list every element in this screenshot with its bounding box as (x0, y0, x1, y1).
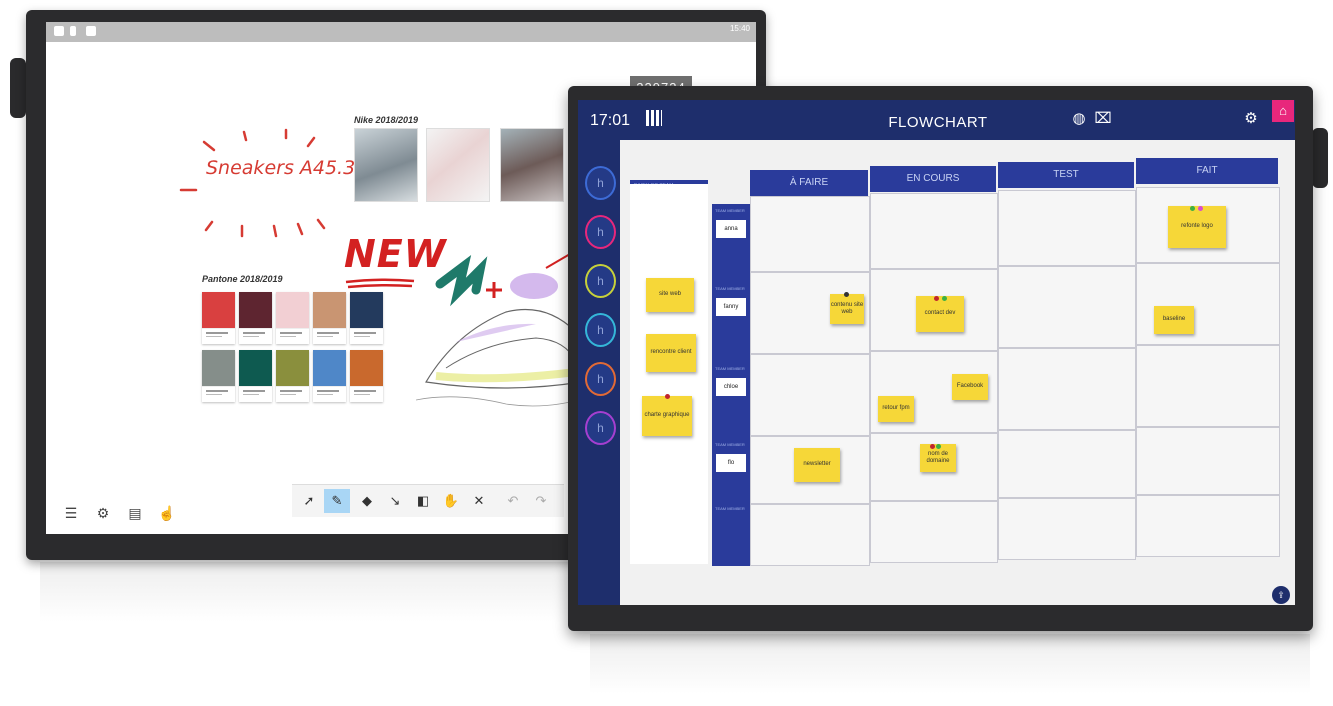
new-label: NEW (344, 232, 447, 276)
swatch-color (239, 350, 272, 386)
nike-heading: Nike 2018/2019 (354, 115, 419, 125)
pin-icon (844, 292, 849, 297)
swatch-color (350, 350, 383, 386)
sneaker-photo-1 (354, 128, 418, 202)
pantone-swatch (350, 292, 383, 344)
swatch-caption (239, 386, 272, 403)
pantone-swatch (202, 292, 235, 344)
sneakers-label: Sneakers A45.3 (206, 157, 356, 179)
swatch-caption (202, 328, 235, 345)
board-cell[interactable] (1136, 345, 1280, 427)
pan-icon[interactable]: ✋ (438, 489, 464, 513)
settings-icon[interactable]: ⚙ (90, 500, 116, 526)
swatch-color (350, 292, 383, 328)
sneaker-photo-2 (426, 128, 490, 202)
swatch-caption (350, 386, 383, 403)
usb-icon (70, 26, 76, 36)
sticky-note[interactable]: charte graphique (642, 396, 692, 436)
swatch-caption (202, 386, 235, 403)
pointer-hand-icon[interactable]: ☝ (154, 500, 180, 526)
board-cell[interactable] (870, 501, 998, 563)
board-cell[interactable] (998, 430, 1136, 498)
swatch-color (202, 350, 235, 386)
pen-icon[interactable]: ✎ (324, 489, 350, 513)
board-cell[interactable] (998, 266, 1136, 348)
pantone-swatch (202, 350, 235, 402)
sticky-note[interactable]: refonte logo (1168, 206, 1226, 248)
menu-icon[interactable]: ☰ (58, 500, 84, 526)
pin-icon (930, 444, 935, 449)
pantone-swatch (276, 350, 309, 402)
pin-icon (934, 296, 939, 301)
sticky-note[interactable]: rencontre client (646, 334, 696, 372)
pantone-swatch (239, 350, 272, 402)
sneaker-photo-3 (500, 128, 564, 202)
share-button[interactable]: ⇪ (1272, 586, 1290, 604)
undo-icon[interactable]: ↶ (500, 489, 526, 513)
board-cell[interactable] (750, 354, 870, 436)
pantone-swatches (202, 292, 392, 412)
sticky-note[interactable]: baseline (1154, 306, 1194, 334)
swatch-caption (313, 328, 346, 345)
swatch-caption (276, 386, 309, 403)
pin-icon (942, 296, 947, 301)
board-cell[interactable] (1136, 495, 1280, 557)
new-underline (345, 278, 415, 289)
sticky-note[interactable]: Facebook (952, 374, 988, 400)
pantone-swatch (313, 350, 346, 402)
board-cell[interactable] (870, 193, 998, 269)
swatch-caption (276, 328, 309, 345)
sticky-note[interactable]: retour fpm (878, 396, 914, 422)
column-header: À FAIRE (750, 170, 868, 196)
pantone-swatch (276, 292, 309, 344)
screenshot-icon (86, 26, 96, 36)
swatch-color (276, 350, 309, 386)
column-header: EN COURS (870, 166, 996, 192)
pin-icon (936, 444, 941, 449)
swatch-color (313, 350, 346, 386)
sneakers-sketch-rays (179, 128, 326, 238)
pin-icon (665, 394, 670, 399)
column-header: TEST (998, 162, 1134, 188)
flowchart-screen[interactable]: 17:01 FLOWCHART ◍ ⌧ ⚙ ⌂ hhhhhh BACKLOG T… (578, 100, 1295, 605)
sticky-note[interactable]: contact dev (916, 296, 964, 332)
sticky-note[interactable]: newsletter (794, 448, 840, 482)
swatch-caption (313, 386, 346, 403)
board-cell[interactable] (1136, 427, 1280, 495)
right-handle (1312, 128, 1328, 188)
board-cell[interactable] (998, 498, 1136, 560)
swatch-color (202, 292, 235, 328)
notes-icon[interactable]: ▤ (122, 500, 148, 526)
drawing-toolbar: ➚ ✎ ◆ ↘ ◧ ✋ ✕ ↶ ↷ (292, 484, 564, 517)
left-handle (10, 58, 26, 118)
status-clock: 15:40 (729, 24, 750, 33)
pantone-swatch (239, 292, 272, 344)
pin-icon (1198, 206, 1203, 211)
board-cell[interactable] (750, 196, 870, 272)
pin-icon (1190, 206, 1195, 211)
board-cell[interactable] (998, 348, 1136, 430)
sticky-note[interactable]: site web (646, 278, 694, 312)
pantone-heading: Pantone 2018/2019 (202, 274, 283, 284)
sticky-note[interactable]: contenu site web (830, 294, 864, 324)
board-cell[interactable] (998, 190, 1136, 266)
swatch-color (239, 292, 272, 328)
board-cell[interactable] (750, 504, 870, 566)
swatch-color (276, 292, 309, 328)
swatch-caption (350, 328, 383, 345)
shapes-icon[interactable]: ◧ (410, 489, 436, 513)
line-icon[interactable]: ↘ (382, 489, 408, 513)
eraser-icon[interactable]: ◆ (354, 489, 380, 513)
sneaker-sketch (416, 308, 586, 407)
swatch-color (313, 292, 346, 328)
swatch-caption (239, 328, 272, 345)
android-status-bar: 15:40 (46, 22, 756, 42)
column-header: FAIT (1136, 158, 1278, 184)
home-status-icon (54, 26, 64, 36)
select-icon[interactable]: ➚ (296, 489, 322, 513)
pantone-swatch (313, 292, 346, 344)
clear-icon[interactable]: ✕ (466, 489, 492, 513)
pantone-swatch (350, 350, 383, 402)
redo-icon[interactable]: ↷ (528, 489, 554, 513)
